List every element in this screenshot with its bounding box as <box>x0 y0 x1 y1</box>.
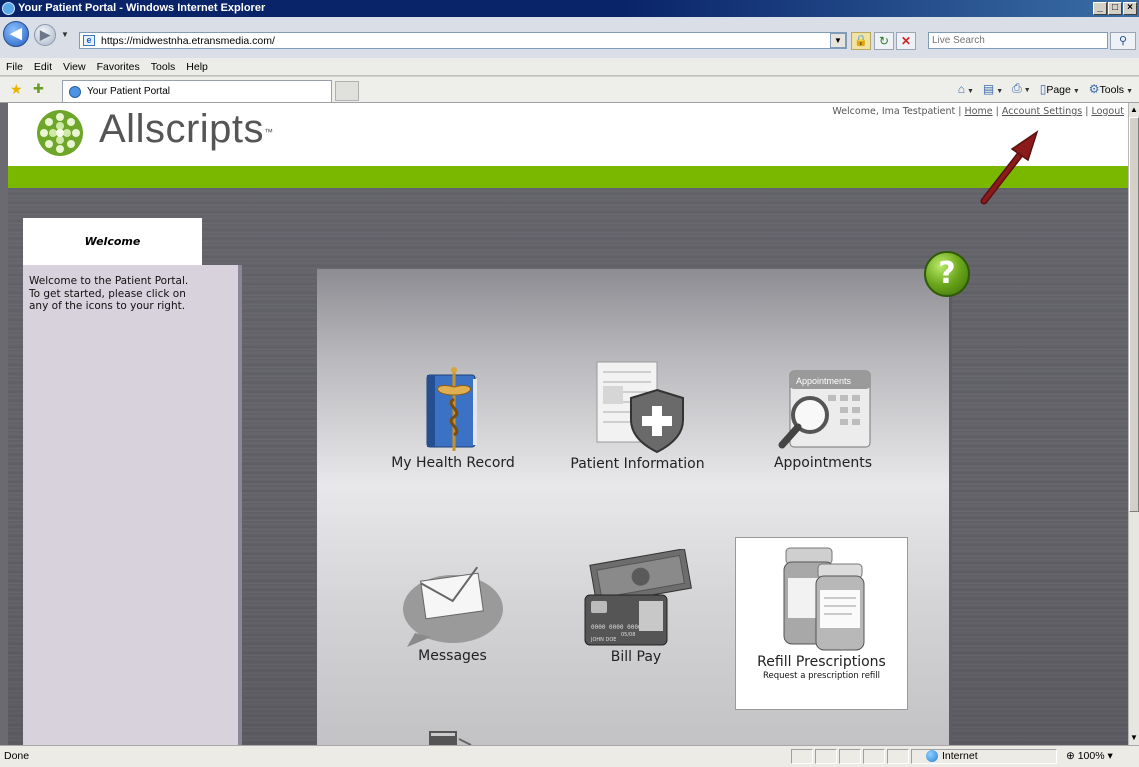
command-bar: ⌂ ▼ ▤ ▼ ⎙ ▼ ▯Page ▼ ⚙Tools ▼ <box>958 81 1133 96</box>
favorites-star-icon[interactable]: ★ <box>10 81 23 98</box>
status-cell <box>791 749 813 764</box>
menu-help[interactable]: Help <box>180 58 213 73</box>
status-cell <box>887 749 909 764</box>
address-toolbar: ◀ ▶ ▼ e https://midwestnha.etransmedia.c… <box>0 17 1139 58</box>
menu-view[interactable]: View <box>57 58 91 73</box>
tools-menu-button[interactable]: ⚙Tools ▼ <box>1089 82 1133 96</box>
tile-label: Refill Prescriptions <box>757 654 886 670</box>
forward-arrow-icon: ▶ <box>40 27 50 42</box>
card-holder: JOHN DOE <box>590 637 616 643</box>
feeds-button[interactable]: ▤ ▼ <box>983 82 1003 96</box>
calendar-heading: Appointments <box>796 376 852 386</box>
zoom-level[interactable]: ⊕ 100% ▾ <box>1066 750 1113 762</box>
lock-icon[interactable]: 🔒 <box>851 32 871 50</box>
rss-icon: ▤ <box>982 81 995 96</box>
tab-ie-icon <box>69 86 81 98</box>
allscripts-logo-icon <box>37 110 83 156</box>
welcome-heading: Welcome <box>23 218 202 265</box>
status-cell <box>839 749 861 764</box>
status-text: Done <box>4 750 30 762</box>
user-links: Welcome, Ima Testpatient | Home | Accoun… <box>832 106 1124 117</box>
tab-your-patient-portal[interactable]: Your Patient Portal <box>62 80 332 102</box>
messages-envelope-icon <box>402 566 503 647</box>
page-icon: e <box>83 35 95 46</box>
print-button[interactable]: ⎙ ▼ <box>1012 81 1031 96</box>
back-button[interactable]: ◀ <box>3 21 29 47</box>
partial-tile-icon <box>429 731 472 745</box>
tile-label: My Health Record <box>391 455 515 471</box>
recent-pages-dropdown[interactable]: ▼ <box>61 30 69 39</box>
patient-information-shield-icon <box>596 361 684 454</box>
page-scrollbar[interactable]: ▲ ▼ <box>1128 103 1139 745</box>
close-button[interactable]: × <box>1123 2 1137 15</box>
tile-sublabel: Request a prescription refill <box>762 671 881 681</box>
welcome-sidebar: Welcome to the Patient Portal. To get st… <box>23 265 242 745</box>
window-controls: _ □ × <box>1093 2 1137 15</box>
page-viewport: Allscripts™ Welcome, Ima Testpatient | H… <box>0 103 1128 745</box>
tile-label: Appointments <box>773 455 873 471</box>
card-expiry: 05/08 <box>621 632 635 638</box>
tile-bill-pay[interactable]: 0000 0000 0000 0000 05/08 JOHN DOE Bill … <box>576 549 696 665</box>
tab-title: Your Patient Portal <box>87 86 171 97</box>
menu-tools[interactable]: Tools <box>145 58 181 73</box>
search-button[interactable]: ⚲ <box>1110 32 1136 50</box>
tile-my-health-record[interactable]: My Health Record <box>383 365 523 471</box>
maximize-button[interactable]: □ <box>1108 2 1122 15</box>
site-header: Allscripts™ Welcome, Ima Testpatient | H… <box>8 103 1128 166</box>
home-icon: ⌂ <box>957 81 965 96</box>
scroll-up-icon[interactable]: ▲ <box>1129 104 1139 116</box>
tile-patient-information[interactable]: Patient Information <box>560 356 715 472</box>
status-cell <box>815 749 837 764</box>
ie-logo-icon <box>2 2 15 15</box>
address-field[interactable]: e https://midwestnha.etransmedia.com/ <box>79 32 847 49</box>
welcome-user: Welcome, Ima Testpatient <box>832 106 956 117</box>
tab-bar: ★ ✚ Your Patient Portal ⌂ ▼ ▤ ▼ ⎙ ▼ ▯Page ▼ … <box>0 77 1139 103</box>
tile-partial-next-row[interactable] <box>425 727 475 745</box>
health-record-book-icon <box>426 367 477 451</box>
green-nav-bar <box>8 166 1128 188</box>
window-title: Your Patient Portal - Windows Internet E… <box>18 2 266 14</box>
appointments-calendar-icon: Appointments <box>778 370 871 449</box>
bill-pay-card-icon: 0000 0000 0000 0000 05/08 JOHN DOE <box>584 549 692 646</box>
printer-icon: ⎙ <box>1012 81 1022 95</box>
gear-icon: ⚙ <box>1088 81 1100 96</box>
add-favorites-icon[interactable]: ✚ <box>33 81 44 97</box>
window-title-bar: Your Patient Portal - Windows Internet E… <box>0 0 1139 17</box>
scroll-thumb[interactable] <box>1129 117 1139 512</box>
prescription-bottles-icon <box>783 547 864 651</box>
tile-refill-prescriptions[interactable]: Refill Prescriptions Request a prescript… <box>735 537 908 710</box>
address-dropdown[interactable]: ▼ <box>830 33 846 48</box>
account-settings-link[interactable]: Account Settings <box>1002 106 1082 117</box>
welcome-text: Welcome to the Patient Portal. To get st… <box>29 275 189 312</box>
page-menu-button[interactable]: ▯Page ▼ <box>1040 82 1080 96</box>
scroll-down-icon[interactable]: ▼ <box>1129 732 1139 744</box>
refresh-button[interactable]: ↻ <box>874 32 894 50</box>
search-input[interactable] <box>929 33 1099 48</box>
tile-label: Patient Information <box>570 456 705 472</box>
tile-messages[interactable]: Messages <box>400 553 505 664</box>
status-cell <box>863 749 885 764</box>
menu-edit[interactable]: Edit <box>28 58 57 73</box>
search-box[interactable] <box>928 32 1108 49</box>
home-link[interactable]: Home <box>965 106 993 117</box>
tile-label: Bill Pay <box>610 649 662 665</box>
address-url: https://midwestnha.etransmedia.com/ <box>101 35 275 47</box>
logout-link[interactable]: Logout <box>1091 106 1124 117</box>
menu-file[interactable]: File <box>0 58 28 73</box>
forward-button[interactable]: ▶ <box>34 24 56 46</box>
new-tab-button[interactable] <box>335 81 359 101</box>
menu-favorites[interactable]: Favorites <box>91 58 145 73</box>
help-button[interactable]: ? <box>924 251 970 297</box>
tile-label: Messages <box>418 648 487 664</box>
allscripts-logo-text: Allscripts™ <box>99 107 274 151</box>
menu-bar: File Edit View Favorites Tools Help <box>0 58 1139 76</box>
home-button[interactable]: ⌂ ▼ <box>958 82 974 96</box>
internet-zone: Internet <box>926 750 978 762</box>
stop-button[interactable]: ✕ <box>896 32 916 50</box>
status-bar: Done Internet ⊕ 100% ▾ <box>0 745 1139 767</box>
tile-appointments[interactable]: Appointments Appointments <box>758 365 888 471</box>
back-arrow-icon: ◀ <box>10 25 22 42</box>
minimize-button[interactable]: _ <box>1093 2 1107 15</box>
